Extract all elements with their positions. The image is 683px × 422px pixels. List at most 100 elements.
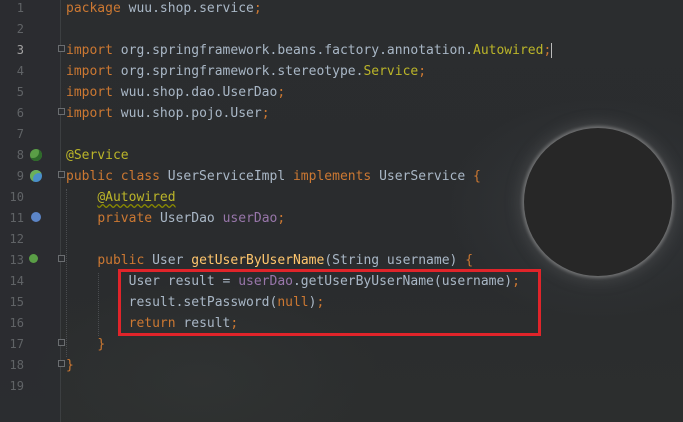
code-text[interactable]: import wuu.shop.dao.UserDao; xyxy=(66,82,285,103)
code-line[interactable]: 12 xyxy=(0,229,683,250)
line-number: 11 xyxy=(9,211,24,225)
code-token: import xyxy=(66,64,121,79)
line-number: 19 xyxy=(9,379,24,393)
code-token: org.springframework.stereotype. xyxy=(120,64,364,79)
fold-marker[interactable] xyxy=(58,360,65,367)
code-token: import xyxy=(66,85,121,100)
code-token: wuu.shop.pojo.User xyxy=(120,106,262,121)
code-line[interactable]: 13 public User getUserByUserName(String … xyxy=(0,250,683,271)
code-token: import xyxy=(66,43,121,58)
code-token: UserService xyxy=(379,169,473,184)
line-number: 8 xyxy=(16,148,24,162)
code-line[interactable]: 18} xyxy=(0,355,683,376)
code-token: org.springframework.beans.factory.annota… xyxy=(120,43,473,58)
code-text[interactable]: @Service xyxy=(66,145,129,166)
line-number: 17 xyxy=(9,337,24,351)
code-token: Autowired xyxy=(473,43,544,58)
code-line[interactable]: 8 @Service xyxy=(0,145,683,166)
line-number: 10 xyxy=(9,190,24,204)
code-token: UserServiceImpl xyxy=(167,169,293,184)
code-line[interactable]: 4 import org.springframework.stereotype.S… xyxy=(0,61,683,82)
line-number: 2 xyxy=(16,22,24,36)
line-number: 6 xyxy=(16,106,24,120)
code-text[interactable]: import org.springframework.beans.factory… xyxy=(66,40,553,61)
line-number: 3 xyxy=(16,43,24,57)
code-token: ; xyxy=(253,1,262,16)
line-number: 14 xyxy=(9,274,24,288)
code-line[interactable]: 10 @Autowired xyxy=(0,187,683,208)
code-token: ; xyxy=(543,43,552,58)
line-number: 5 xyxy=(16,85,24,99)
code-token: userDao xyxy=(222,211,278,226)
line-number: 13 xyxy=(9,253,24,267)
fold-marker[interactable] xyxy=(58,171,65,178)
code-line[interactable]: 5 import wuu.shop.dao.UserDao; xyxy=(0,82,683,103)
line-number: 12 xyxy=(9,232,24,246)
line-number: 1 xyxy=(16,1,24,15)
code-token: implements xyxy=(292,169,380,184)
code-token: @Service xyxy=(66,148,129,163)
fold-marker[interactable] xyxy=(58,108,65,115)
code-token: public class xyxy=(66,169,168,184)
fold-marker[interactable] xyxy=(58,255,65,262)
code-line[interactable]: 3 import org.springframework.beans.factor… xyxy=(0,40,683,61)
code-token: wuu.shop.dao.UserDao xyxy=(120,85,278,100)
override-method-icon[interactable] xyxy=(29,254,38,263)
line-number: 15 xyxy=(9,295,24,309)
code-token: } xyxy=(66,358,74,373)
code-text[interactable]: } xyxy=(66,334,105,355)
code-token: } xyxy=(97,337,106,352)
fold-marker[interactable] xyxy=(58,339,65,346)
code-token: getUserByUserName xyxy=(191,253,325,268)
spring-bean-icon[interactable] xyxy=(30,149,42,161)
code-token: ; xyxy=(261,106,270,121)
code-editor[interactable]: 1 package wuu.shop.service; 2 3 import org.s… xyxy=(0,0,683,422)
code-token: ; xyxy=(277,211,286,226)
code-token: public xyxy=(97,253,153,268)
code-token: { xyxy=(465,253,474,268)
code-token: ; xyxy=(418,64,427,79)
code-line[interactable]: 11 private UserDao userDao; xyxy=(0,208,683,229)
code-line[interactable]: 2 xyxy=(0,19,683,40)
code-line[interactable]: 19 xyxy=(0,376,683,397)
red-highlight-box xyxy=(118,269,541,336)
autowired-dependency-icon[interactable] xyxy=(31,212,41,222)
fold-marker[interactable] xyxy=(58,45,65,52)
indent-guide xyxy=(98,273,99,336)
code-text[interactable]: } xyxy=(66,355,74,376)
line-number: 7 xyxy=(16,127,24,141)
indent-guide xyxy=(66,189,67,357)
code-text[interactable]: package wuu.shop.service; xyxy=(66,0,262,19)
code-token: @Autowired xyxy=(97,190,176,205)
line-number: 9 xyxy=(16,169,24,183)
code-line[interactable]: 7 xyxy=(0,124,683,145)
code-token: User xyxy=(152,253,192,268)
code-token: private xyxy=(97,211,160,226)
code-token: import xyxy=(66,106,121,121)
line-number: 4 xyxy=(16,64,24,78)
line-number: 18 xyxy=(9,358,24,372)
text-caret xyxy=(551,43,553,58)
code-line[interactable]: 9 public class UserServiceImpl implements… xyxy=(0,166,683,187)
code-token: (String username) xyxy=(324,253,466,268)
code-line[interactable]: 6 import wuu.shop.pojo.User; xyxy=(0,103,683,124)
code-text[interactable]: import wuu.shop.pojo.User; xyxy=(66,103,270,124)
code-text[interactable]: private UserDao userDao; xyxy=(66,208,285,229)
code-text[interactable]: import org.springframework.stereotype.Se… xyxy=(66,61,426,82)
code-token: ; xyxy=(277,85,286,100)
code-line[interactable]: 17 } xyxy=(0,334,683,355)
code-token: UserDao xyxy=(159,211,223,226)
code-text[interactable]: public User getUserByUserName(String use… xyxy=(66,250,473,271)
code-token: Service xyxy=(363,64,419,79)
code-line[interactable]: 1 package wuu.shop.service; xyxy=(0,0,683,19)
implementation-icon[interactable] xyxy=(30,170,42,182)
code-token: package xyxy=(66,1,129,16)
code-text[interactable]: @Autowired xyxy=(66,187,176,208)
code-text[interactable]: public class UserServiceImpl implements … xyxy=(66,166,481,187)
code-token: { xyxy=(473,169,481,184)
code-token: wuu.shop.service xyxy=(128,1,254,16)
